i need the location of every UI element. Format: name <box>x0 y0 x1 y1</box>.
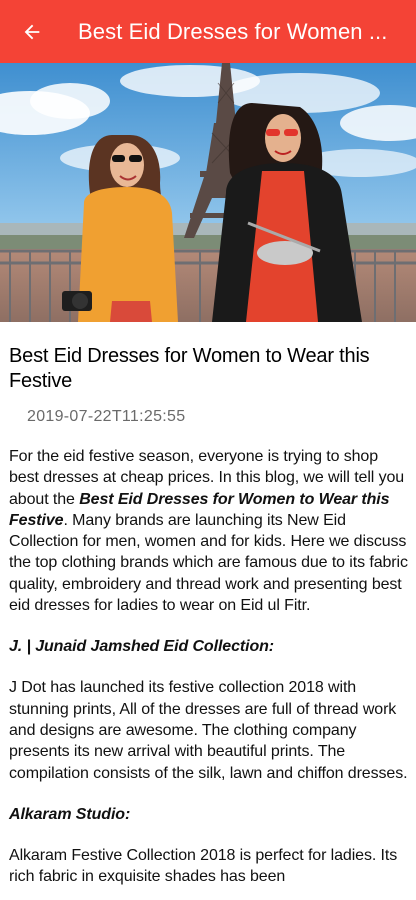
section-body-junaid-jamshed: J Dot has launched its festive collectio… <box>9 679 408 782</box>
article-date: 2019-07-22T11:25:55 <box>27 408 186 425</box>
article-content: Best Eid Dresses for Women to Wear this … <box>0 322 416 887</box>
back-button[interactable] <box>14 14 50 50</box>
section-heading-junaid-jamshed: J. | Junaid Jamshed Eid Collection: <box>9 638 275 656</box>
app-bar-title: Best Eid Dresses for Women ... <box>78 18 388 44</box>
hero-photo <box>0 63 416 322</box>
section-heading-alkaram: Alkaram Studio: <box>9 805 131 823</box>
app-bar: Best Eid Dresses for Women ... <box>0 0 416 63</box>
section-body-alkaram: Alkaram Festive Collection 2018 is perfe… <box>9 846 398 886</box>
article-intro: For the eid festive season, everyone is … <box>9 446 410 616</box>
arrow-left-icon <box>24 24 40 39</box>
hero-image <box>0 63 416 322</box>
intro-text-after: . Many brands are launching its New Eid … <box>9 511 408 615</box>
article-screen: Best Eid Dresses for Women ... Best Eid … <box>0 0 416 900</box>
article-title: Best Eid Dresses for Women to Wear this … <box>9 345 370 392</box>
